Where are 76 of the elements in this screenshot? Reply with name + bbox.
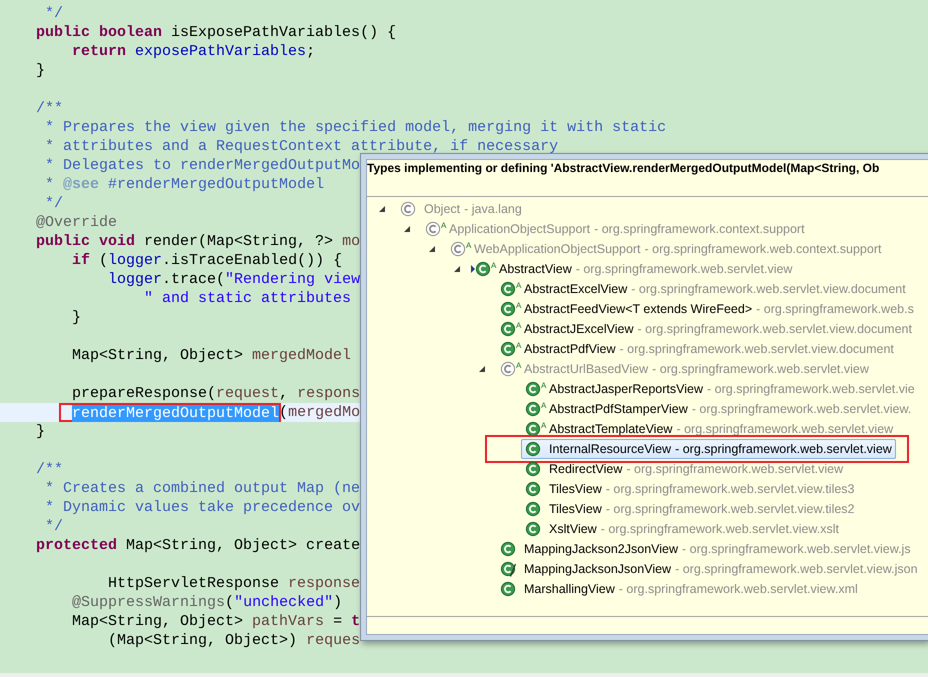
class-icon [525, 381, 541, 397]
tree-item[interactable]: MappingJackson2JsonView - org.springframework.web.servlet.view.js [496, 539, 915, 559]
class-icon [525, 441, 541, 457]
code-line: (Map<String, Object>) reques [107, 632, 360, 649]
code-line: if (logger.isTraceEnabled()) { [71, 252, 342, 269]
class-icon [500, 561, 516, 577]
class-icon [425, 221, 441, 237]
tree-item[interactable]: MappingJacksonJsonView - org.springframework.web.servlet.view.json [496, 559, 922, 579]
code-line: @SuppressWarnings("unchecked") [71, 594, 342, 611]
tree-item[interactable]: A AbstractExcelView - org.springframework.web.servlet.view.document [496, 279, 910, 299]
class-icon [500, 361, 516, 377]
popup-title: Types implementing or defining 'AbstractView.renderMergedOutputModel(Map<String, Ob [367, 160, 880, 177]
tree-item[interactable]: A AbstractPdfView - org.springframework.web.servlet.view.document [496, 339, 898, 359]
class-icon [500, 281, 516, 297]
tree-item[interactable]: InternalResourceView - org.springframework.web.servlet.view [521, 439, 896, 459]
code-line: prepareResponse(request, respons [71, 385, 360, 402]
expand-toggle[interactable] [428, 245, 436, 253]
tree-item[interactable]: A AbstractPdfStamperView - org.springframework.web.servlet.view. [521, 399, 916, 419]
code-text: ( [279, 404, 288, 421]
class-icon [525, 421, 541, 437]
class-icon [500, 301, 516, 317]
code-text: mergedMo [288, 404, 360, 421]
code-line: /** [35, 100, 64, 117]
code-line: */ [44, 195, 64, 212]
code-line: protected Map<String, Object> create [35, 537, 360, 554]
tree-item[interactable]: A ApplicationObjectSupport - org.springframework.context.support [421, 219, 809, 239]
code-line: } [35, 423, 46, 440]
code-line: */ [44, 5, 64, 22]
code-line: " and static attributes [143, 290, 352, 307]
class-icon [471, 261, 491, 277]
code-line: * Prepares the view given the specified model, merging it with static [44, 119, 666, 136]
code-line: } [35, 62, 46, 79]
class-icon [500, 321, 516, 337]
class-icon [525, 481, 541, 497]
class-icon [500, 541, 516, 557]
code-line: Map<String, Object> mergedModel [71, 347, 352, 364]
tree-item[interactable]: A WebApplicationObjectSupport - org.springframework.web.context.support [446, 239, 886, 259]
class-icon [500, 341, 516, 357]
tree-item[interactable]: A AbstractTemplateView - org.springframework.web.servlet.view [521, 419, 898, 439]
tree-item[interactable]: TilesView - org.springframework.web.servlet.view.tiles3 [521, 479, 858, 499]
code-line: */ [44, 518, 64, 535]
expand-toggle[interactable] [478, 365, 486, 373]
class-icon [525, 521, 541, 537]
class-icon [500, 581, 516, 597]
class-icon [525, 501, 541, 517]
class-icon [525, 401, 541, 417]
code-line: * Delegates to renderMergedOutputMo [44, 157, 360, 174]
tree-item[interactable]: RedirectView - org.springframework.web.servlet.view [521, 459, 848, 479]
code-line: HttpServletResponse response [107, 575, 360, 592]
code-line: * attributes and a RequestContext attribute, if necessary [44, 138, 558, 155]
code-line: public void render(Map<String, ?> mo [35, 233, 360, 250]
tree-item[interactable]: A AbstractView - org.springframework.web.servlet.view [471, 259, 796, 279]
code-line: * Creates a combined output Map (ne [44, 480, 360, 497]
expand-toggle[interactable] [378, 205, 386, 213]
class-icon [400, 201, 416, 217]
tree-item[interactable]: XsltView - org.springframework.web.servlet.view.xslt [521, 519, 843, 539]
tree-item[interactable]: A AbstractFeedView<T extends WireFeed> - org.springframework.web.s [496, 299, 918, 319]
tree-item[interactable]: A AbstractJasperReportsView - org.springframework.web.servlet.vie [521, 379, 919, 399]
expand-toggle[interactable] [453, 265, 461, 273]
code-line: * @see #renderMergedOutputModel [44, 176, 324, 193]
class-icon [450, 241, 466, 257]
code-line: return exposePathVariables; [71, 43, 316, 60]
tree-item[interactable]: MarshallingView - org.springframework.web.servlet.view.xml [496, 579, 862, 599]
code-line: Map<String, Object> pathVars = t [71, 613, 360, 630]
class-icon [525, 461, 541, 477]
code-line: public boolean isExposePathVariables() { [35, 24, 396, 41]
tree-item[interactable]: A AbstractUrlBasedView - org.springframework.web.servlet.view [496, 359, 873, 379]
code-line: } [71, 309, 82, 326]
tree-item[interactable]: A AbstractJExcelView - org.springframework.web.servlet.view.document [496, 319, 916, 339]
tree-item[interactable]: TilesView - org.springframework.web.servlet.view.tiles2 [521, 499, 858, 519]
selected-text: renderMergedOutputModel [72, 405, 280, 422]
code-line: /** [35, 461, 64, 478]
code-line: @Override [35, 214, 118, 231]
expand-toggle[interactable] [403, 225, 411, 233]
code-line: * Dynamic values take precedence ov [44, 499, 360, 516]
code-line: logger.trace("Rendering view [107, 271, 360, 288]
